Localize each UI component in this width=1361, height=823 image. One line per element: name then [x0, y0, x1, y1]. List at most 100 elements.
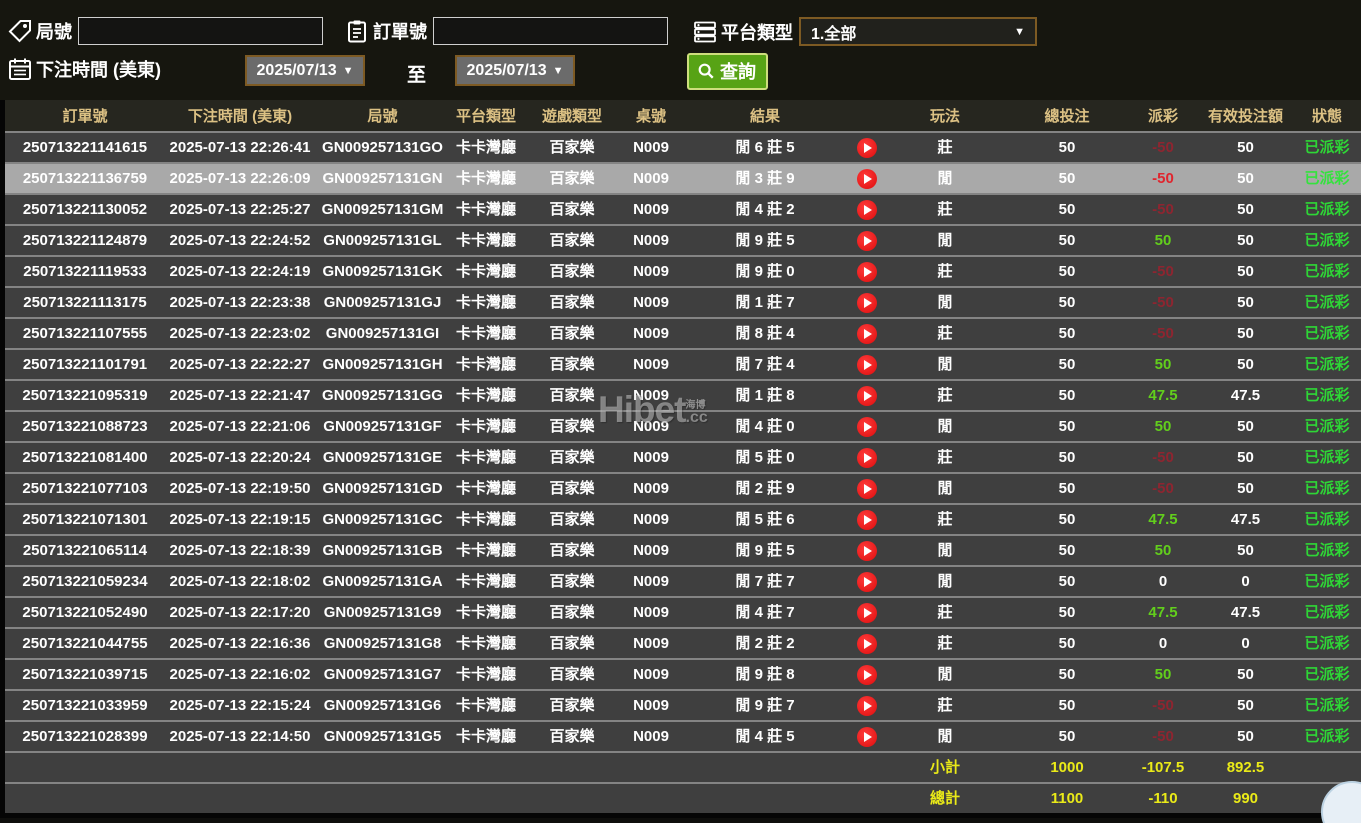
cell-payout: -50	[1128, 286, 1198, 317]
cell-valid-bet: 47.5	[1198, 379, 1293, 410]
cell-status: 已派彩	[1293, 596, 1361, 627]
play-triangle	[864, 236, 872, 247]
header-bet-side: 玩法	[884, 100, 1006, 131]
play-triangle	[864, 670, 872, 681]
play-icon[interactable]	[857, 138, 877, 159]
table-row[interactable]: 250713221107555 2025-07-13 22:23:02 GN00…	[5, 317, 1361, 348]
cell-payout: 47.5	[1128, 596, 1198, 627]
play-icon[interactable]	[857, 386, 877, 407]
cell-total-bet: 50	[1006, 720, 1128, 751]
subtotal-status-blank	[1293, 751, 1361, 782]
play-icon[interactable]	[857, 572, 877, 593]
cell-order-no: 250713221107555	[5, 317, 165, 348]
cell-table-no: N009	[622, 720, 680, 751]
cell-bet-time: 2025-07-13 22:21:06	[165, 410, 315, 441]
cell-replay	[850, 410, 884, 441]
table-row[interactable]: 250713221141615 2025-07-13 22:26:41 GN00…	[5, 131, 1361, 162]
play-icon[interactable]	[857, 324, 877, 345]
cell-platform: 卡卡灣廳	[450, 317, 522, 348]
play-icon[interactable]	[857, 448, 877, 469]
table-row[interactable]: 250713221095319 2025-07-13 22:21:47 GN00…	[5, 379, 1361, 410]
header-result: 結果	[680, 100, 850, 131]
play-icon[interactable]	[857, 355, 877, 376]
play-icon[interactable]	[857, 200, 877, 221]
cell-result: 閒 9 莊 7	[680, 689, 850, 720]
bet-records-table-wrap: 訂單號 下注時間 (美東) 局號 平台類型 遊戲類型 桌號 結果 玩法 總投注 …	[0, 100, 1361, 818]
table-row[interactable]: 250713221039715 2025-07-13 22:16:02 GN00…	[5, 658, 1361, 689]
platform-select[interactable]: 1.全部 ▼	[799, 17, 1037, 46]
play-icon[interactable]	[857, 262, 877, 283]
cell-result: 閒 4 莊 5	[680, 720, 850, 751]
table-row[interactable]: 250713221065114 2025-07-13 22:18:39 GN00…	[5, 534, 1361, 565]
play-icon[interactable]	[857, 417, 877, 438]
cell-result: 閒 3 莊 9	[680, 162, 850, 193]
cell-order-no: 250713221044755	[5, 627, 165, 658]
cell-valid-bet: 50	[1198, 193, 1293, 224]
cell-bet-time: 2025-07-13 22:20:24	[165, 441, 315, 472]
query-button[interactable]: 查詢	[687, 53, 768, 90]
table-row[interactable]: 250713221101791 2025-07-13 22:22:27 GN00…	[5, 348, 1361, 379]
cell-bet-side: 閒	[884, 720, 1006, 751]
play-icon[interactable]	[857, 541, 877, 562]
table-row[interactable]: 250713221130052 2025-07-13 22:25:27 GN00…	[5, 193, 1361, 224]
play-icon[interactable]	[857, 169, 877, 190]
cell-bet-time: 2025-07-13 22:24:19	[165, 255, 315, 286]
table-row[interactable]: 250713221136759 2025-07-13 22:26:09 GN00…	[5, 162, 1361, 193]
header-bet-time: 下注時間 (美東)	[165, 100, 315, 131]
cell-total-bet: 50	[1006, 596, 1128, 627]
table-row[interactable]: 250713221033959 2025-07-13 22:15:24 GN00…	[5, 689, 1361, 720]
cell-valid-bet: 50	[1198, 348, 1293, 379]
table-row[interactable]: 250713221059234 2025-07-13 22:18:02 GN00…	[5, 565, 1361, 596]
cell-bet-side: 莊	[884, 255, 1006, 286]
play-icon[interactable]	[857, 665, 877, 686]
table-row[interactable]: 250713221124879 2025-07-13 22:24:52 GN00…	[5, 224, 1361, 255]
table-row[interactable]: 250713221071301 2025-07-13 22:19:15 GN00…	[5, 503, 1361, 534]
cell-game-type: 百家樂	[522, 627, 622, 658]
grand-total-valid-bet: 990	[1198, 782, 1293, 813]
play-triangle	[864, 639, 872, 650]
cell-platform: 卡卡灣廳	[450, 410, 522, 441]
play-triangle	[864, 608, 872, 619]
cell-valid-bet: 50	[1198, 255, 1293, 286]
play-icon[interactable]	[857, 727, 877, 748]
play-icon[interactable]	[857, 293, 877, 314]
cell-platform: 卡卡灣廳	[450, 534, 522, 565]
cell-game-type: 百家樂	[522, 348, 622, 379]
play-triangle	[864, 267, 872, 278]
date-to-select[interactable]: 2025/07/13 ▼	[455, 55, 575, 86]
play-icon[interactable]	[857, 479, 877, 500]
game-no-filter: 局號	[8, 17, 323, 45]
play-icon[interactable]	[857, 696, 877, 717]
cell-game-no: GN009257131GH	[315, 348, 450, 379]
order-no-input[interactable]	[433, 17, 668, 45]
table-row[interactable]: 250713221028399 2025-07-13 22:14:50 GN00…	[5, 720, 1361, 751]
play-icon[interactable]	[857, 603, 877, 624]
date-from-select[interactable]: 2025/07/13 ▼	[245, 55, 365, 86]
cell-game-no: GN009257131GF	[315, 410, 450, 441]
table-row[interactable]: 250713221052490 2025-07-13 22:17:20 GN00…	[5, 596, 1361, 627]
cell-game-type: 百家樂	[522, 534, 622, 565]
table-row[interactable]: 250713221081400 2025-07-13 22:20:24 GN00…	[5, 441, 1361, 472]
header-table-no: 桌號	[622, 100, 680, 131]
cell-bet-time: 2025-07-13 22:23:02	[165, 317, 315, 348]
date-from-wrap: 2025/07/13 ▼	[245, 55, 365, 86]
play-icon[interactable]	[857, 231, 877, 252]
table-row[interactable]: 250713221119533 2025-07-13 22:24:19 GN00…	[5, 255, 1361, 286]
play-icon[interactable]	[857, 510, 877, 531]
table-row[interactable]: 250713221044755 2025-07-13 22:16:36 GN00…	[5, 627, 1361, 658]
table-row[interactable]: 250713221088723 2025-07-13 22:21:06 GN00…	[5, 410, 1361, 441]
game-no-input[interactable]	[78, 17, 323, 45]
cell-game-type: 百家樂	[522, 255, 622, 286]
cell-status: 已派彩	[1293, 658, 1361, 689]
play-icon[interactable]	[857, 634, 877, 655]
cell-payout: -50	[1128, 317, 1198, 348]
cell-table-no: N009	[622, 658, 680, 689]
cell-bet-time: 2025-07-13 22:14:50	[165, 720, 315, 751]
cell-replay	[850, 627, 884, 658]
cell-table-no: N009	[622, 255, 680, 286]
table-row[interactable]: 250713221077103 2025-07-13 22:19:50 GN00…	[5, 472, 1361, 503]
cell-order-no: 250713221028399	[5, 720, 165, 751]
header-game-type: 遊戲類型	[522, 100, 622, 131]
table-row[interactable]: 250713221113175 2025-07-13 22:23:38 GN00…	[5, 286, 1361, 317]
cell-bet-time: 2025-07-13 22:18:02	[165, 565, 315, 596]
